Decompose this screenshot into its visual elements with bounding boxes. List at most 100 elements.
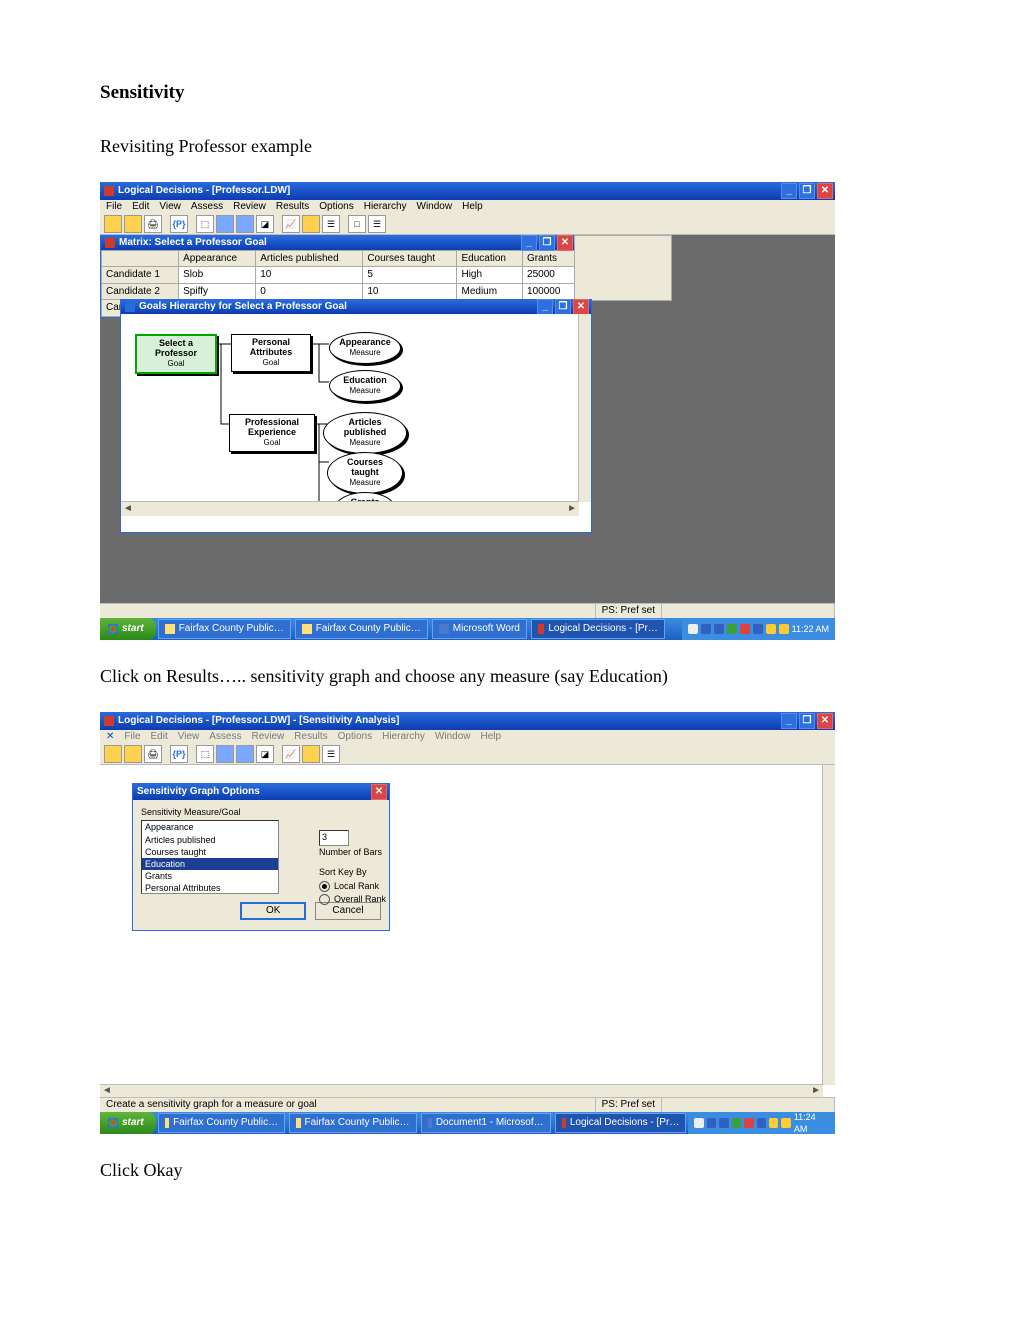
menu-results[interactable]: Results	[294, 730, 327, 744]
tray-icon[interactable]	[779, 624, 789, 634]
tray-icon[interactable]	[769, 1118, 778, 1128]
start-button[interactable]: start	[100, 618, 156, 640]
toolbar-button[interactable]	[236, 745, 254, 763]
scrollbar-vertical[interactable]	[578, 314, 591, 502]
toolbar-button[interactable]: ⬚	[196, 215, 214, 233]
close-button[interactable]: ✕	[573, 299, 589, 315]
node-personal-attributes[interactable]: Personal AttributesGoal	[231, 334, 311, 372]
menu-window[interactable]: Window	[417, 200, 453, 214]
matrix-row[interactable]: Candidate 2 Spiffy 0 10 Medium 100000	[102, 283, 575, 300]
list-item[interactable]: Courses taught	[142, 846, 278, 858]
minimize-button[interactable]: _	[537, 299, 553, 315]
scrollbar-horizontal[interactable]	[121, 501, 579, 516]
radio-local-rank[interactable]: Local Rank	[319, 880, 389, 892]
menu-assess[interactable]: Assess	[209, 730, 241, 744]
list-item[interactable]: Personal Attributes	[142, 882, 278, 894]
menu-review[interactable]: Review	[251, 730, 284, 744]
node-articles[interactable]: Articles publishedMeasure	[323, 412, 407, 454]
toolbar-button[interactable]: ☰	[322, 745, 340, 763]
toolbar-button[interactable]	[216, 745, 234, 763]
matrix-row[interactable]: Candidate 1 Slob 10 5 High 25000	[102, 267, 575, 284]
scrollbar-vertical[interactable]	[822, 765, 835, 1085]
menu-options[interactable]: Options	[319, 200, 353, 214]
radio-overall-rank[interactable]: Overall Rank	[319, 893, 389, 905]
measure-listbox[interactable]: Appearance Articles published Courses ta…	[141, 820, 279, 894]
toolbar-button[interactable]	[124, 215, 142, 233]
toolbar-button[interactable]: ☰	[368, 215, 386, 233]
tray-icon[interactable]	[707, 1118, 716, 1128]
node-courses[interactable]: Courses taughtMeasure	[327, 452, 403, 494]
tray-icon[interactable]	[732, 1118, 741, 1128]
node-education[interactable]: EducationMeasure	[329, 370, 401, 402]
menu-assess[interactable]: Assess	[191, 200, 223, 214]
minimize-button[interactable]: _	[521, 235, 537, 251]
tray-icon[interactable]	[740, 624, 750, 634]
toolbar-button[interactable]: 🖨	[144, 215, 162, 233]
ok-button[interactable]: OK	[240, 902, 306, 920]
node-appearance[interactable]: AppearanceMeasure	[329, 332, 401, 364]
menu-hierarchy[interactable]: Hierarchy	[382, 730, 425, 744]
menu-edit[interactable]: Edit	[151, 730, 168, 744]
maximize-button[interactable]: ❐	[799, 713, 815, 729]
tray-icon[interactable]	[766, 624, 776, 634]
toolbar-button[interactable]	[104, 215, 122, 233]
num-bars-input[interactable]: 3	[319, 830, 349, 846]
taskbar-item[interactable]: Document1 - Microsof…	[421, 1113, 551, 1133]
node-professional-experience[interactable]: Professional ExperienceGoal	[229, 414, 315, 452]
taskbar-item[interactable]: Fairfax County Public…	[295, 619, 428, 639]
taskbar-item[interactable]: Fairfax County Public…	[289, 1113, 416, 1133]
maximize-button[interactable]: ❐	[555, 299, 571, 315]
toolbar-button[interactable]	[236, 215, 254, 233]
toolbar-button[interactable]	[104, 745, 122, 763]
hierarchy-canvas[interactable]: Select a ProfessorGoal Personal Attribut…	[121, 314, 591, 516]
toolbar-button[interactable]: ◪	[256, 745, 274, 763]
tray-icon[interactable]	[744, 1118, 753, 1128]
close-button[interactable]: ✕	[817, 183, 833, 199]
menu-help[interactable]: Help	[480, 730, 501, 744]
minimize-button[interactable]: _	[781, 713, 797, 729]
menu-help[interactable]: Help	[462, 200, 483, 214]
start-button[interactable]: start	[100, 1112, 156, 1134]
toolbar-button[interactable]: 📈	[282, 745, 300, 763]
toolbar-button[interactable]	[302, 215, 320, 233]
taskbar-item-active[interactable]: Logical Decisions - [Pr…	[531, 619, 665, 639]
menu-hierarchy[interactable]: Hierarchy	[364, 200, 407, 214]
list-item[interactable]: Appearance	[142, 821, 278, 833]
menu-options[interactable]: Options	[338, 730, 372, 744]
taskbar-item[interactable]: Microsoft Word	[432, 619, 527, 639]
toolbar-button[interactable]	[124, 745, 142, 763]
menu-view[interactable]: View	[159, 200, 181, 214]
tray-icon[interactable]	[781, 1118, 790, 1128]
menu-view[interactable]: View	[178, 730, 200, 744]
dialog-close-button[interactable]: ✕	[371, 784, 387, 800]
tray-icon[interactable]	[753, 624, 763, 634]
menu-edit[interactable]: Edit	[132, 200, 149, 214]
maximize-button[interactable]: ❐	[799, 183, 815, 199]
tray-icon[interactable]	[714, 624, 724, 634]
close-button[interactable]: ✕	[557, 235, 573, 251]
menu-results[interactable]: Results	[276, 200, 309, 214]
tray-icon[interactable]	[727, 624, 737, 634]
taskbar-item[interactable]: Fairfax County Public…	[158, 1113, 285, 1133]
menu-file[interactable]: File	[124, 730, 140, 744]
toolbar-button[interactable]: {P}	[170, 215, 188, 233]
toolbar-button[interactable]: ⬚	[196, 745, 214, 763]
tray-icon[interactable]	[757, 1118, 766, 1128]
toolbar-button[interactable]: ☰	[322, 215, 340, 233]
list-item-selected[interactable]: Education	[142, 858, 278, 870]
node-root[interactable]: Select a ProfessorGoal	[135, 334, 217, 374]
toolbar-button[interactable]	[302, 745, 320, 763]
toolbar-button[interactable]: ◪	[256, 215, 274, 233]
list-item[interactable]: Grants	[142, 870, 278, 882]
menu-window[interactable]: Window	[435, 730, 471, 744]
taskbar-item-active[interactable]: Logical Decisions - [Pr…	[555, 1113, 687, 1133]
toolbar-button[interactable]	[216, 215, 234, 233]
toolbar-button[interactable]: 🖨	[144, 745, 162, 763]
list-item[interactable]: Articles published	[142, 834, 278, 846]
maximize-button[interactable]: ❐	[539, 235, 555, 251]
menu-file[interactable]: File	[106, 200, 122, 214]
taskbar-item[interactable]: Fairfax County Public…	[158, 619, 291, 639]
toolbar-button[interactable]: □	[348, 215, 366, 233]
toolbar-button[interactable]: {P}	[170, 745, 188, 763]
scrollbar-horizontal[interactable]	[100, 1084, 823, 1097]
